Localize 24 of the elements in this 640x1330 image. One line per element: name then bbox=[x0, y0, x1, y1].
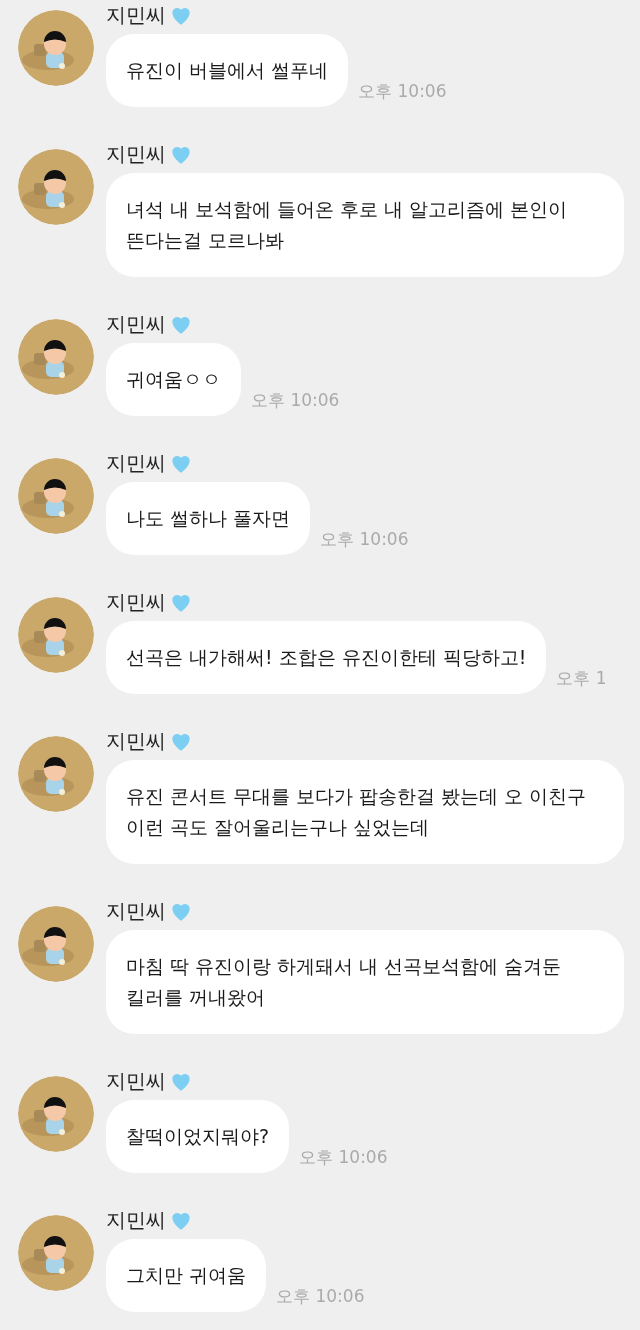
message-time: 오후 1 bbox=[556, 667, 607, 690]
sender-name: 지민씨 bbox=[106, 449, 166, 477]
message-bubble: 찰떡이었지뭐야? bbox=[106, 1100, 290, 1173]
message-bubble: 마침 딱 유진이랑 하게돼서 내 선곡보석함에 숨겨둔 킬러를 꺼내왔어 bbox=[106, 930, 624, 1034]
message-time: 오후 10:06 bbox=[299, 1146, 388, 1169]
sender-name: 지민씨 bbox=[106, 140, 166, 168]
message-bubble: 유진이 버블에서 썰푸네 bbox=[106, 34, 349, 107]
sender-name: 지민씨 bbox=[106, 1206, 166, 1234]
sender-name: 지민씨 bbox=[106, 588, 166, 616]
message-bubble: 녀석 내 보석함에 들어온 후로 내 알고리즘에 본인이 뜬다는걸 모르나봐 bbox=[106, 173, 624, 277]
message-bubble: 귀여움ㅇㅇ bbox=[106, 343, 241, 416]
sender-name: 지민씨 bbox=[106, 1067, 166, 1095]
message-bubble: 선곡은 내가해써! 조합은 유진이한테 픽당하고! bbox=[106, 621, 547, 694]
message-time: 오후 10:06 bbox=[358, 80, 447, 103]
sender-name: 지민씨 bbox=[106, 897, 166, 925]
message-time: 오후 10:06 bbox=[276, 1285, 365, 1308]
message-bubble: 나도 썰하나 풀자면 bbox=[106, 482, 311, 555]
message-time: 오후 10:06 bbox=[320, 528, 409, 551]
sender-name: 지민씨 bbox=[106, 310, 166, 338]
message-bubble: 그치만 귀여움 bbox=[106, 1239, 267, 1312]
sender-name: 지민씨 bbox=[106, 727, 166, 755]
message-bubble: 유진 콘서트 무대를 보다가 팝송한걸 봤는데 오 이친구 이런 곡도 잘어울리는구나 싶었는데 bbox=[106, 760, 624, 864]
message-time: 오후 10:06 bbox=[251, 389, 340, 412]
sender-name: 지민씨 bbox=[106, 1, 166, 29]
